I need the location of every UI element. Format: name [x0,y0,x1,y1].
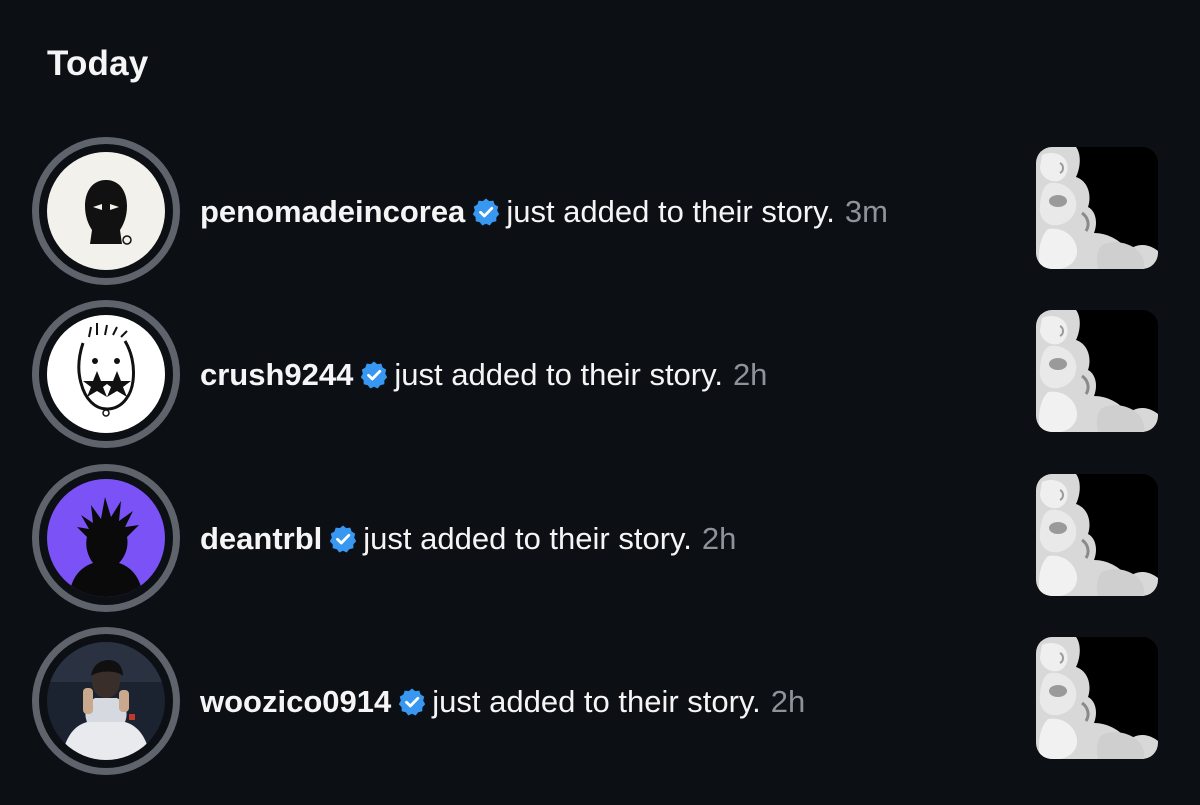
star-face-logo-icon [47,315,165,433]
verified-badge-icon [471,197,501,227]
notification-action-text: just added to their story. [363,521,692,556]
notification-action-text: just added to their story. [506,194,835,229]
story-thumbnail[interactable] [1036,147,1158,269]
notification-row[interactable]: penomadeincorea just added to their stor… [0,137,1200,287]
verified-badge-icon [359,360,389,390]
person-photo-icon [47,642,165,760]
notification-time: 2h [732,357,768,392]
notification-time: 2h [770,684,806,719]
avatar [47,152,165,270]
verified-badge-icon [397,687,427,717]
section-title: Today [47,44,149,83]
avatar-story-ring[interactable] [32,464,180,612]
avatar [47,479,165,597]
verified-badge-icon [328,524,358,554]
story-thumbnail[interactable] [1036,474,1158,596]
notification-row[interactable]: crush9244 just added to their story. 2h [0,300,1200,450]
notification-action-text: just added to their story. [394,357,723,392]
notification-time: 3m [844,194,888,229]
avatar-story-ring[interactable] [32,627,180,775]
username[interactable]: penomadeincorea [200,194,465,230]
username[interactable]: crush9244 [200,357,353,393]
notifications-page: Today penomadeincorea just added to thei… [0,0,1200,805]
avatar [47,315,165,433]
avatar-story-ring[interactable] [32,300,180,448]
spiky-silhouette-icon [47,479,165,597]
monkeys-image [1036,310,1158,432]
notification-action-text: just added to their story. [432,684,761,719]
username[interactable]: deantrbl [200,521,322,557]
monkeys-image [1036,474,1158,596]
monkeys-image [1036,637,1158,759]
avatar [47,642,165,760]
story-thumbnail[interactable] [1036,310,1158,432]
username[interactable]: woozico0914 [200,684,391,720]
monkeys-image [1036,147,1158,269]
notification-row[interactable]: deantrbl just added to their story. 2h [0,464,1200,614]
notification-time: 2h [701,521,737,556]
balaclava-logo-icon [47,152,165,270]
notification-row[interactable]: woozico0914 just added to their story. 2… [0,627,1200,777]
story-thumbnail[interactable] [1036,637,1158,759]
avatar-story-ring[interactable] [32,137,180,285]
